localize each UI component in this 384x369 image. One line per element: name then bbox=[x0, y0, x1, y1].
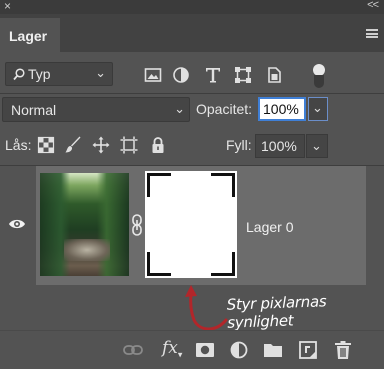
mask-corner bbox=[147, 173, 171, 197]
layers-footer-toolbar: fx▾ bbox=[0, 330, 384, 369]
mask-corner bbox=[211, 173, 235, 197]
opacity-slider-button[interactable]: ⌄ bbox=[308, 97, 328, 121]
lock-artboard-icon[interactable] bbox=[120, 136, 138, 154]
blend-mode-value: Normal bbox=[11, 102, 57, 118]
blend-mode-select[interactable]: Normal ⌄ bbox=[2, 97, 190, 122]
lock-all-icon[interactable] bbox=[149, 136, 167, 154]
layer-mask-thumbnail[interactable] bbox=[145, 171, 237, 278]
chevron-down-icon: ⌄ bbox=[174, 101, 185, 116]
eye-icon[interactable] bbox=[8, 217, 26, 231]
panel-tab-bar: Lager bbox=[0, 14, 384, 52]
fx-icon[interactable]: fx▾ bbox=[162, 338, 182, 360]
shape-filter-icon[interactable] bbox=[234, 66, 252, 84]
tab-layers[interactable]: Lager bbox=[0, 18, 60, 52]
chevron-down-icon: ⌄ bbox=[312, 100, 323, 115]
fx-dropdown-marker: ▾ bbox=[177, 350, 183, 361]
link-layers-icon[interactable] bbox=[123, 340, 143, 360]
layer-filter-row: Typ ⌄ bbox=[0, 52, 384, 94]
lock-label: Lås: bbox=[5, 137, 32, 153]
panel-menu-icon[interactable] bbox=[366, 29, 378, 38]
thumbnail-stream bbox=[64, 239, 110, 261]
trash-icon[interactable] bbox=[333, 340, 353, 360]
close-icon[interactable]: × bbox=[4, 0, 11, 13]
mask-corner bbox=[211, 252, 235, 276]
lock-row: Lås: Fyll: 100% ⌄ bbox=[0, 126, 384, 166]
type-filter-icon[interactable] bbox=[204, 66, 222, 84]
window-title-strip: × << bbox=[0, 0, 384, 14]
fill-slider-button[interactable]: ⌄ bbox=[306, 134, 328, 158]
filter-kind-select[interactable]: Typ ⌄ bbox=[5, 62, 113, 86]
opacity-input[interactable]: 100% bbox=[258, 97, 306, 121]
fx-label: fx bbox=[162, 338, 178, 358]
search-icon bbox=[13, 68, 25, 81]
layer-image-thumbnail[interactable] bbox=[40, 173, 129, 276]
add-mask-icon[interactable] bbox=[195, 340, 215, 360]
fill-input[interactable]: 100% bbox=[255, 134, 305, 158]
lock-image-pixels-icon[interactable] bbox=[64, 136, 82, 154]
layer-name[interactable]: Lager 0 bbox=[246, 219, 293, 235]
chain-link-icon[interactable] bbox=[131, 214, 143, 236]
image-filter-icon[interactable] bbox=[144, 66, 162, 84]
collapse-panel-icon[interactable]: << bbox=[367, 0, 379, 11]
annotation-text: Styr pixlarnas synlighet bbox=[226, 292, 327, 332]
adjustment-layer-icon[interactable] bbox=[229, 340, 249, 360]
toggle-track bbox=[314, 75, 324, 88]
adjustment-filter-icon[interactable] bbox=[172, 66, 190, 84]
lock-transparent-pixels-icon[interactable] bbox=[37, 136, 55, 154]
mask-corner bbox=[147, 252, 171, 276]
chevron-down-icon: ⌄ bbox=[311, 138, 322, 153]
fill-label: Fyll: bbox=[226, 137, 252, 153]
group-folder-icon[interactable] bbox=[263, 340, 283, 360]
filter-kind-label: Typ bbox=[28, 66, 51, 82]
chevron-down-icon: ⌄ bbox=[95, 65, 106, 80]
smart-object-filter-icon[interactable] bbox=[265, 66, 283, 84]
lock-position-icon[interactable] bbox=[92, 136, 110, 154]
new-layer-icon[interactable] bbox=[298, 340, 318, 360]
filter-toggle-switch[interactable] bbox=[312, 64, 326, 88]
opacity-label: Opacitet: bbox=[196, 101, 253, 117]
